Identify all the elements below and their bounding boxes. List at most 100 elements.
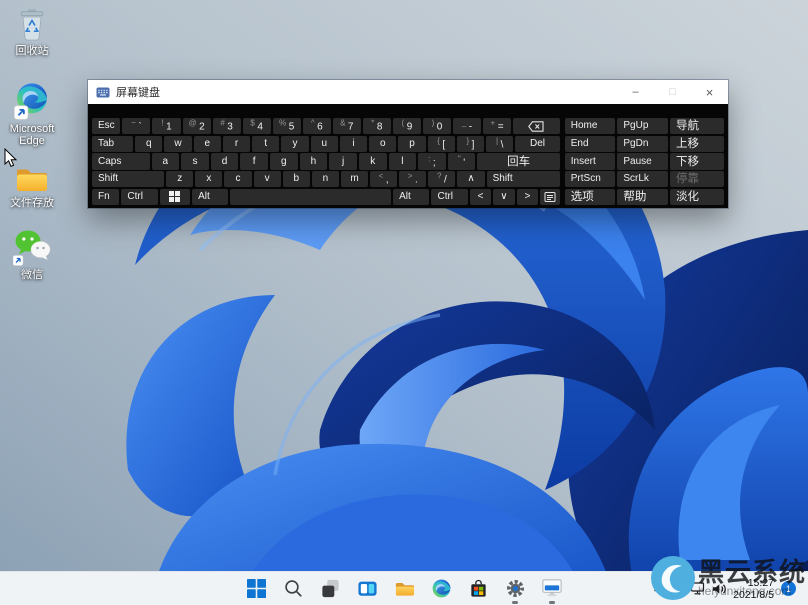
key-1[interactable]: !1 xyxy=(152,118,180,134)
key-bracket-right[interactable]: }] xyxy=(457,136,484,152)
key-r[interactable]: r xyxy=(223,136,250,152)
key-prtscn[interactable]: PrtScn xyxy=(565,171,616,187)
key-7[interactable]: &7 xyxy=(333,118,361,134)
key-arrow-up[interactable]: ∧ xyxy=(457,171,484,187)
key-period[interactable]: >. xyxy=(399,171,426,187)
key-win[interactable] xyxy=(160,189,190,205)
key-j[interactable]: j xyxy=(329,153,357,169)
key-y[interactable]: y xyxy=(281,136,308,152)
key-scrlk[interactable]: ScrLk xyxy=(617,171,668,187)
key-c[interactable]: c xyxy=(224,171,251,187)
key-2[interactable]: @2 xyxy=(183,118,211,134)
taskbar-edge[interactable] xyxy=(428,574,454,604)
key-fade[interactable]: 淡化 xyxy=(670,189,724,205)
key-backquote[interactable]: ~` xyxy=(122,118,150,134)
key-home[interactable]: Home xyxy=(565,118,616,134)
key-ctrl-right[interactable]: Ctrl xyxy=(431,189,467,205)
key-0[interactable]: )0 xyxy=(423,118,451,134)
notification-badge[interactable]: 1 xyxy=(781,581,796,596)
taskbar-search[interactable] xyxy=(280,574,306,604)
key-k[interactable]: k xyxy=(359,153,387,169)
key-f[interactable]: f xyxy=(240,153,268,169)
osk-titlebar[interactable]: 屏幕键盘 – □ × xyxy=(88,80,728,104)
taskbar-start[interactable] xyxy=(243,574,269,604)
key-t[interactable]: t xyxy=(252,136,279,152)
key-bracket-left[interactable]: {[ xyxy=(428,136,455,152)
taskbar-osk-app[interactable] xyxy=(539,574,565,604)
key-slash[interactable]: ?/ xyxy=(428,171,455,187)
taskbar-file-explorer[interactable] xyxy=(391,574,417,604)
key-insert[interactable]: Insert xyxy=(565,153,616,169)
key-del[interactable]: Del xyxy=(515,136,559,152)
close-button[interactable]: × xyxy=(691,80,728,104)
maximize-button[interactable]: □ xyxy=(654,80,691,104)
key-move-up[interactable]: 上移 xyxy=(670,136,724,152)
key-q[interactable]: q xyxy=(135,136,162,152)
key-comma[interactable]: <, xyxy=(370,171,397,187)
key-backspace[interactable] xyxy=(513,118,560,134)
key-help[interactable]: 帮助 xyxy=(617,189,668,205)
volume-icon[interactable] xyxy=(712,583,726,595)
key-5[interactable]: %5 xyxy=(273,118,301,134)
key-b[interactable]: b xyxy=(283,171,310,187)
key-alt-left[interactable]: Alt xyxy=(192,189,228,205)
key-space[interactable] xyxy=(230,189,391,205)
key-x[interactable]: x xyxy=(195,171,222,187)
key-arrow-left[interactable]: < xyxy=(470,189,491,205)
taskbar-settings[interactable] xyxy=(502,574,528,604)
key-arrow-right[interactable]: > xyxy=(517,189,538,205)
key-end[interactable]: End xyxy=(565,136,616,152)
taskbar-task-view[interactable] xyxy=(317,574,343,604)
key-4[interactable]: $4 xyxy=(243,118,271,134)
key-alt-right[interactable]: Alt xyxy=(393,189,429,205)
network-icon[interactable] xyxy=(690,582,705,595)
key-dock[interactable]: 停靠 xyxy=(670,171,724,187)
key-shift-left[interactable]: Shift xyxy=(92,171,164,187)
key-n[interactable]: n xyxy=(312,171,339,187)
taskbar-widgets[interactable] xyxy=(354,574,380,604)
key-e[interactable]: e xyxy=(194,136,221,152)
key-pgdn[interactable]: PgDn xyxy=(617,136,668,152)
key-caps[interactable]: Caps xyxy=(92,153,150,169)
key-l[interactable]: l xyxy=(389,153,417,169)
key-p[interactable]: p xyxy=(398,136,425,152)
key-8[interactable]: *8 xyxy=(363,118,391,134)
key-3[interactable]: #3 xyxy=(213,118,241,134)
key-enter[interactable]: 回车 xyxy=(477,153,559,169)
key-equals[interactable]: += xyxy=(483,118,511,134)
key-options[interactable]: 选项 xyxy=(565,189,616,205)
key-d[interactable]: d xyxy=(211,153,239,169)
key-h[interactable]: h xyxy=(300,153,328,169)
key-6[interactable]: ^6 xyxy=(303,118,331,134)
key-quote[interactable]: "' xyxy=(448,153,476,169)
key-pause[interactable]: Pause xyxy=(617,153,668,169)
chevron-up-icon[interactable] xyxy=(653,585,664,593)
key-u[interactable]: u xyxy=(311,136,338,152)
key-menu[interactable] xyxy=(540,189,560,205)
key-a[interactable]: a xyxy=(152,153,180,169)
key-w[interactable]: w xyxy=(164,136,191,152)
desktop-icon-recycle-bin[interactable]: 回收站 xyxy=(1,6,63,57)
key-s[interactable]: s xyxy=(181,153,209,169)
key-fn[interactable]: Fn xyxy=(92,189,119,205)
tray-clock[interactable]: 15:27 2021/8/5 xyxy=(733,577,774,601)
key-minus[interactable]: _- xyxy=(453,118,481,134)
key-pgup[interactable]: PgUp xyxy=(617,118,668,134)
key-o[interactable]: o xyxy=(369,136,396,152)
key-m[interactable]: m xyxy=(341,171,368,187)
key-i[interactable]: i xyxy=(340,136,367,152)
key-z[interactable]: z xyxy=(166,171,193,187)
desktop-icon-wechat[interactable]: 微信 xyxy=(1,230,63,281)
key-semicolon[interactable]: :; xyxy=(418,153,446,169)
taskbar-store[interactable] xyxy=(465,574,491,604)
desktop-icon-edge[interactable]: Microsoft Edge xyxy=(1,84,63,147)
key-tab[interactable]: Tab xyxy=(92,136,133,152)
key-9[interactable]: (9 xyxy=(393,118,421,134)
key-backslash[interactable]: |\ xyxy=(486,136,513,152)
ime-indicator[interactable]: 英 xyxy=(671,579,684,598)
key-nav[interactable]: 导航 xyxy=(670,118,724,134)
key-g[interactable]: g xyxy=(270,153,298,169)
key-shift-right[interactable]: Shift xyxy=(487,171,560,187)
key-move-down[interactable]: 下移 xyxy=(670,153,724,169)
minimize-button[interactable]: – xyxy=(617,80,654,104)
